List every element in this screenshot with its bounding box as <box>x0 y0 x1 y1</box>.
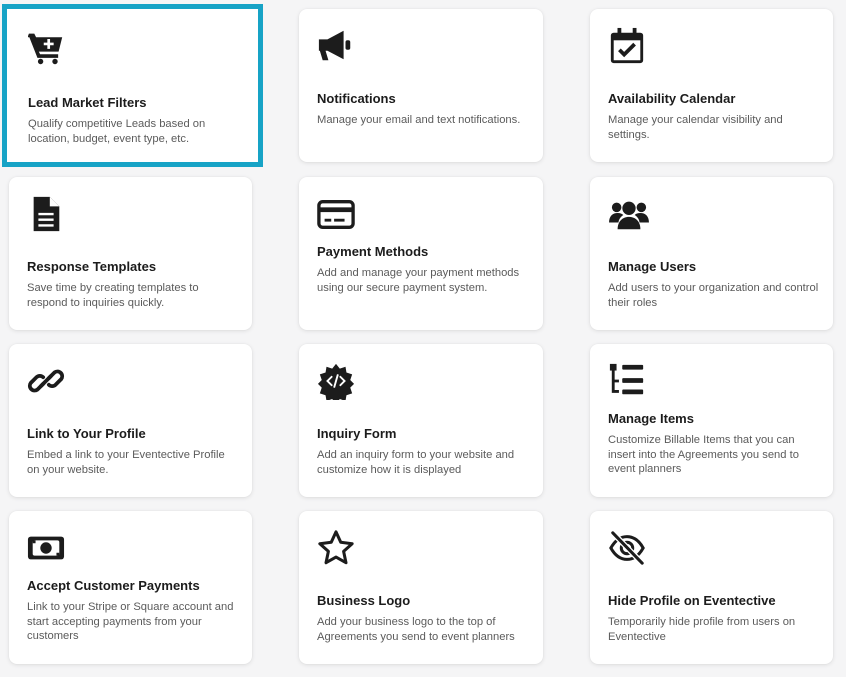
megaphone-icon <box>317 27 355 65</box>
card-availability-calendar[interactable]: Availability Calendar Manage your calend… <box>590 9 833 162</box>
card-description: Manage your email and text notifications… <box>317 114 521 126</box>
card-description: Add users to your organization and contr… <box>608 282 819 309</box>
card-manage-items[interactable]: Manage Items Customize Billable Items th… <box>590 344 833 497</box>
star-icon <box>317 529 355 567</box>
card-title: Response Templates <box>27 259 157 274</box>
card-title: Availability Calendar <box>608 91 736 106</box>
file-text-icon <box>27 195 65 233</box>
money-bill-icon <box>27 529 65 567</box>
card-description: Add an inquiry form to your website and … <box>317 449 515 476</box>
calendar-check-icon <box>608 27 646 65</box>
credit-card-icon <box>317 195 355 233</box>
list-tree-icon <box>608 362 646 400</box>
card-hide-profile-on-eventective[interactable]: Hide Profile on Eventective Temporarily … <box>590 511 833 664</box>
card-title: Payment Methods <box>317 244 429 259</box>
card-title: Hide Profile on Eventective <box>608 593 776 608</box>
card-lead-market-filters[interactable]: Lead Market Filters Qualify competitive … <box>2 4 263 167</box>
card-description: Save time by creating templates to respo… <box>27 282 199 309</box>
card-link-to-your-profile[interactable]: Link to Your Profile Embed a link to you… <box>9 344 252 497</box>
card-title: Manage Users <box>608 259 697 274</box>
eye-slash-icon <box>608 529 646 567</box>
card-title: Accept Customer Payments <box>27 578 200 593</box>
code-gear-icon <box>317 362 355 400</box>
card-description: Customize Billable Items that you can in… <box>608 434 799 475</box>
card-title: Lead Market Filters <box>28 95 147 110</box>
card-description: Link to your Stripe or Square account an… <box>27 601 234 642</box>
card-description: Qualify competitive Leads based on locat… <box>28 118 206 145</box>
card-title: Inquiry Form <box>317 426 397 441</box>
users-icon <box>608 195 650 233</box>
card-title: Business Logo <box>317 593 411 608</box>
card-business-logo[interactable]: Business Logo Add your business logo to … <box>299 511 543 664</box>
card-manage-users[interactable]: Manage Users Add users to your organizat… <box>590 177 833 330</box>
card-title: Notifications <box>317 91 396 106</box>
card-accept-customer-payments[interactable]: Accept Customer Payments Link to your St… <box>9 511 252 664</box>
card-title: Link to Your Profile <box>27 426 146 441</box>
card-title: Manage Items <box>608 411 694 426</box>
card-payment-methods[interactable]: Payment Methods Add and manage your paym… <box>299 177 543 330</box>
card-response-templates[interactable]: Response Templates Save time by creating… <box>9 177 252 330</box>
cart-plus-icon <box>28 30 64 66</box>
card-inquiry-form[interactable]: Inquiry Form Add an inquiry form to your… <box>299 344 543 497</box>
card-description: Add and manage your payment methods usin… <box>317 267 520 294</box>
card-notifications[interactable]: Notifications Manage your email and text… <box>299 9 543 162</box>
card-description: Manage your calendar visibility and sett… <box>608 114 783 141</box>
card-description: Embed a link to your Eventective Profile… <box>27 449 225 476</box>
card-description: Add your business logo to the top of Agr… <box>317 616 515 643</box>
link-icon <box>27 362 65 400</box>
card-description: Temporarily hide profile from users on E… <box>608 616 796 643</box>
